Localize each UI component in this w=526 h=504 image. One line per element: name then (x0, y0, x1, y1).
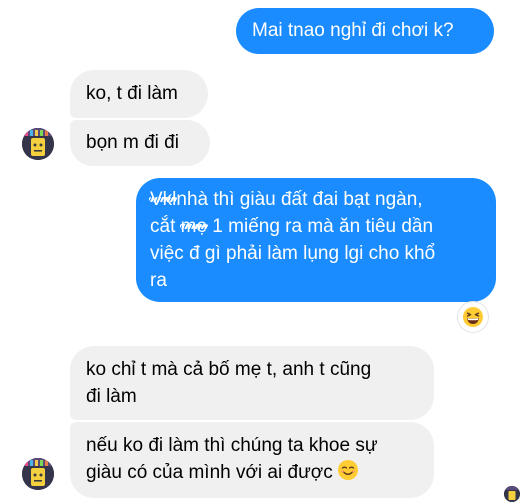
message-text: ra (150, 270, 167, 291)
struck-text: Vkl (148, 186, 178, 213)
message-text: đi làm (86, 386, 137, 407)
message-text: nếu ko đi làm thì chúng ta khoe sự (86, 435, 378, 456)
message-text: việc đ gì phải làm lụng lgi cho khổ (150, 243, 436, 264)
friend-avatar[interactable] (22, 458, 54, 490)
avatar-image (22, 458, 54, 490)
message-line: cắt mẹ 1 miếng ra mà ăn tiêu dần (150, 213, 482, 240)
message-bubble-outgoing[interactable]: Vklnhà thì giàu đất đai bạt ngàn, cắt mẹ… (136, 178, 496, 302)
message-text: 1 miếng ra mà ăn tiêu dần (207, 216, 434, 237)
avatar-image (22, 128, 54, 160)
message-text: Mai tnao nghỉ đi chơi k? (252, 20, 454, 41)
struck-text: mẹ (179, 213, 209, 240)
message-text: nhà thì giàu đất đai bạt ngàn, (176, 189, 423, 210)
message-text: bọn m đi đi (86, 132, 179, 153)
message-line: Vklnhà thì giàu đất đai bạt ngàn, (148, 186, 482, 213)
message-bubble-incoming[interactable]: nếu ko đi làm thì chúng ta khoe sự giàu … (70, 422, 434, 498)
message-bubble-incoming[interactable]: bọn m đi đi (70, 120, 210, 166)
grinning-squinting-face-icon (463, 307, 483, 327)
message-bubble-incoming[interactable]: ko chỉ t mà cả bố mẹ t, anh t cũng đi là… (70, 346, 434, 420)
smiling-face-icon (337, 459, 359, 489)
message-bubble-incoming[interactable]: ko, t đi làm (70, 70, 208, 118)
message-text: ko, t đi làm (86, 83, 178, 104)
message-reaction[interactable] (458, 302, 488, 332)
avatar-image (504, 486, 520, 502)
message-text: cắt (150, 216, 181, 237)
message-text: ko chỉ t mà cả bố mẹ t, anh t cũng (86, 359, 372, 380)
read-receipt-avatar (504, 486, 520, 502)
message-line: giàu có của mình với ai được (86, 459, 418, 489)
message-text: giàu có của mình với ai được (86, 462, 333, 483)
message-bubble-outgoing[interactable]: Mai tnao nghỉ đi chơi k? (236, 8, 494, 54)
friend-avatar[interactable] (22, 128, 54, 160)
